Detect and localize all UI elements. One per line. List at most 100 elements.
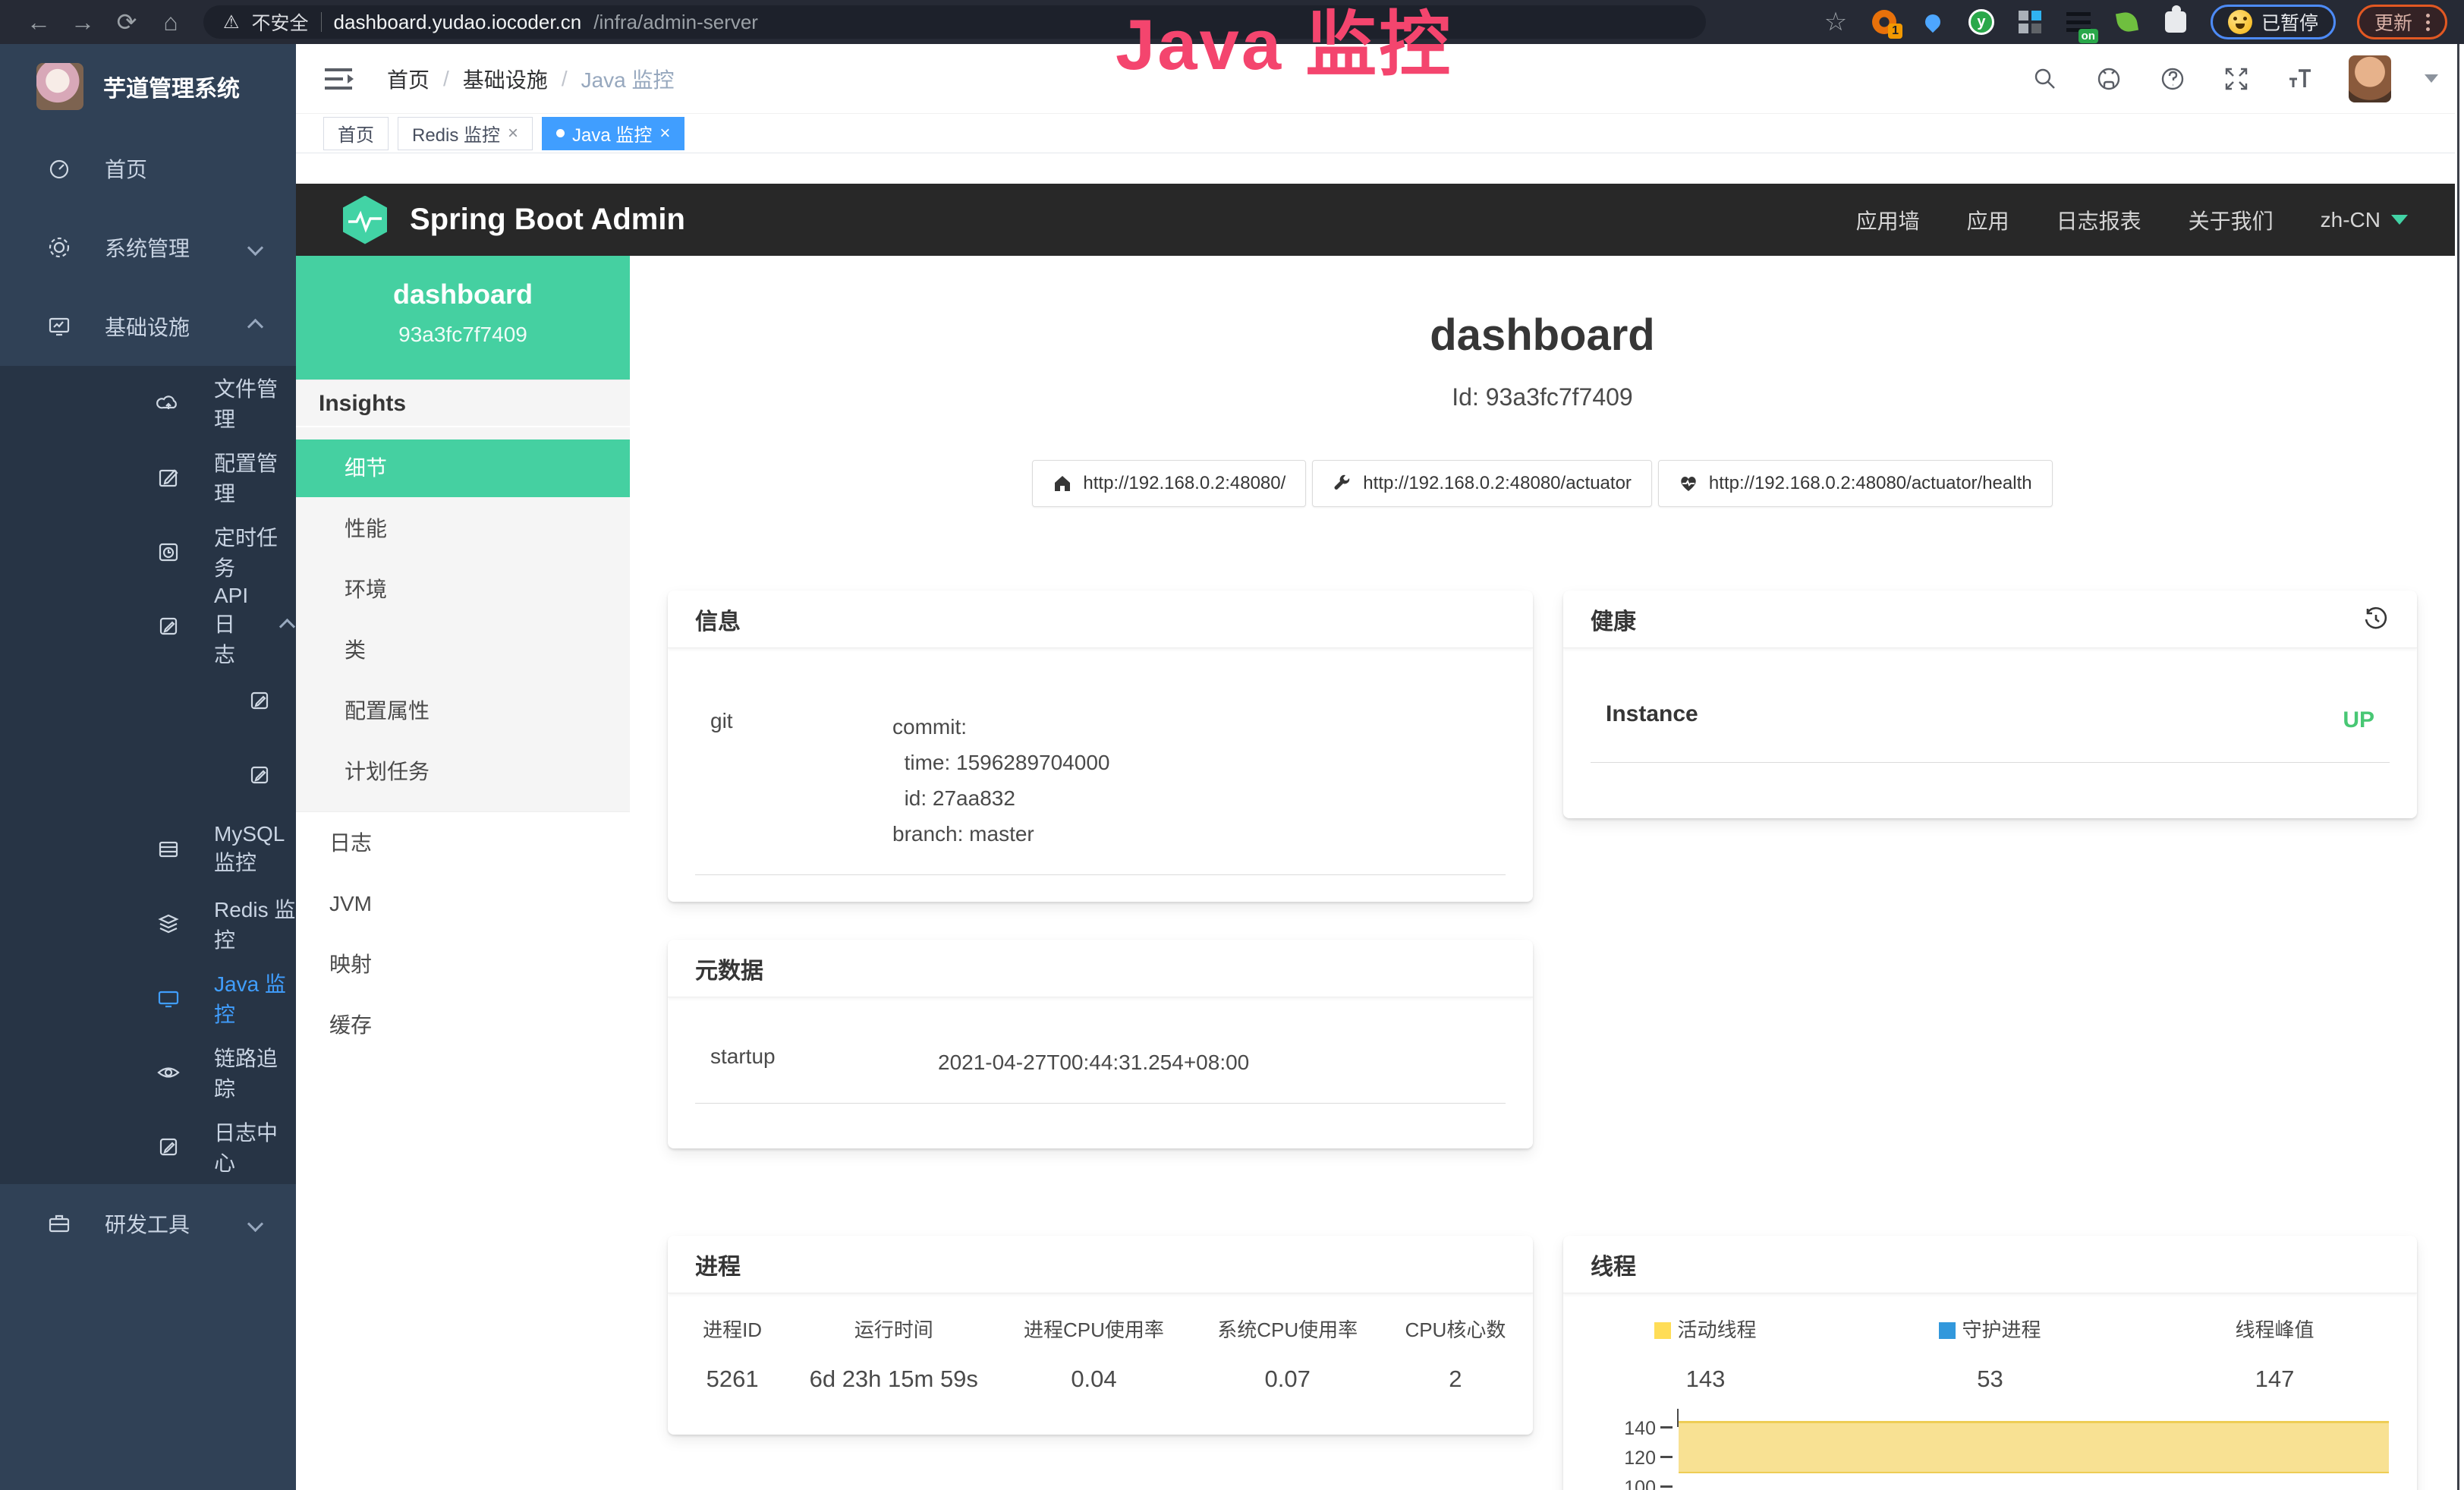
extension-puzzle-icon[interactable]: [2162, 8, 2189, 36]
fullscreen-icon[interactable]: [2221, 64, 2252, 94]
sba-menu-logs[interactable]: 日志: [296, 816, 630, 871]
breadcrumb-home[interactable]: 首页: [387, 64, 430, 94]
sidebar-item-api-log[interactable]: API 日志: [0, 589, 296, 663]
sba-menu-scheduled-tasks[interactable]: 计划任务: [296, 743, 630, 801]
sba-menu-classes[interactable]: 类: [296, 622, 630, 679]
process-value: 6d 23h 15m 59s: [797, 1366, 990, 1393]
caret-down-icon[interactable]: [2425, 74, 2438, 83]
sidebar-item-tracing[interactable]: 链路追踪: [0, 1035, 296, 1110]
spring-boot-admin-logo-icon[interactable]: [343, 196, 387, 244]
document-edit-icon: [156, 614, 181, 638]
url-path[interactable]: /infra/admin-server: [593, 11, 758, 34]
sba-brand[interactable]: Spring Boot Admin: [410, 203, 685, 237]
sidebar-item-java[interactable]: Java 监控: [0, 961, 296, 1035]
extension-bars-icon[interactable]: on: [2065, 8, 2092, 36]
extension-grid-icon[interactable]: [2016, 8, 2044, 36]
sba-locale-select[interactable]: zh-CN: [2321, 208, 2408, 232]
info-value: commit: time: 1596289704000 id: 27aa832 …: [892, 709, 1109, 852]
reload-icon[interactable]: ⟳: [105, 5, 149, 39]
legend-label: 守护进程: [1962, 1318, 2041, 1341]
address-divider: [321, 12, 322, 32]
sidebar-item-jobs[interactable]: 定时任务: [0, 515, 296, 589]
security-label[interactable]: 不安全: [252, 8, 309, 36]
url-host[interactable]: dashboard.yudao.iocoder.cn: [334, 11, 582, 34]
help-icon[interactable]: [2157, 64, 2188, 94]
process-col-uptime: 运行时间 6d 23h 15m 59s: [797, 1315, 990, 1393]
sba-menu-mappings[interactable]: 映射: [296, 937, 630, 992]
app-sidebar: 芋道管理系统 首页 系统管理 基础设施 文件管理: [0, 44, 296, 1490]
scrollbar-thumb[interactable]: [2457, 44, 2459, 1490]
sidebar-item-mysql[interactable]: MySQL 监控: [0, 812, 296, 887]
health-row-instance[interactable]: Instance UP: [1591, 691, 2390, 763]
status-badge: UP: [2343, 701, 2374, 739]
process-card-title: 进程: [668, 1236, 1533, 1293]
tab-home[interactable]: 首页: [323, 117, 389, 150]
update-label: 更新: [2374, 8, 2412, 36]
font-size-icon[interactable]: [2285, 64, 2315, 94]
extension-y-icon[interactable]: y: [1968, 8, 1995, 36]
sba-nav-journal[interactable]: 日志报表: [2056, 205, 2141, 235]
extension-orange-icon[interactable]: 1: [1871, 8, 1898, 36]
service-url-button[interactable]: http://192.168.0.2:48080/: [1032, 460, 1306, 507]
extension-on-badge: on: [2079, 29, 2098, 43]
sidebar-item-log-center[interactable]: 日志中心: [0, 1110, 296, 1184]
tab-redis[interactable]: Redis 监控 ×: [398, 117, 533, 150]
tv-monitor-icon: [156, 986, 181, 1010]
sidebar-item-infra[interactable]: 基础设施: [0, 287, 296, 366]
process-label: 运行时间: [797, 1315, 990, 1343]
sidebar-item-system[interactable]: 系统管理: [0, 208, 296, 287]
extension-leaf-icon[interactable]: [2113, 8, 2141, 36]
legend-value: 147: [2132, 1366, 2417, 1393]
y-tick: 100: [1603, 1477, 1656, 1490]
profile-paused-chip[interactable]: 已暂停: [2211, 5, 2336, 39]
close-icon[interactable]: ×: [659, 123, 670, 144]
page-title: dashboard: [630, 310, 2455, 361]
home-icon[interactable]: ⌂: [149, 5, 193, 39]
sba-nav-wallboard[interactable]: 应用墙: [1856, 205, 1920, 235]
address-bar[interactable]: ⚠ 不安全 dashboard.yudao.iocoder.cn /infra/…: [203, 5, 1706, 39]
sidebar-item-access-log[interactable]: 访问日志: [0, 663, 296, 738]
back-icon[interactable]: ←: [17, 5, 61, 39]
sidebar-item-home[interactable]: 首页: [0, 129, 296, 208]
actuator-url-button[interactable]: http://192.168.0.2:48080/actuator: [1312, 460, 1652, 507]
sba-menu-jvm[interactable]: JVM: [296, 877, 630, 931]
sidebar-item-error-log[interactable]: 错误日志: [0, 738, 296, 812]
app-logo: [36, 63, 83, 110]
hamburger-icon[interactable]: [322, 64, 355, 94]
kebab-menu-icon[interactable]: [2426, 14, 2430, 31]
user-avatar[interactable]: [2349, 55, 2391, 102]
app-logo-row[interactable]: 芋道管理系统: [0, 44, 296, 129]
y-tick-mark: [1660, 1456, 1673, 1458]
update-button[interactable]: 更新: [2357, 5, 2447, 39]
sba-nav-applications[interactable]: 应用: [1967, 205, 2009, 235]
breadcrumb-section[interactable]: 基础设施: [463, 64, 548, 94]
close-icon[interactable]: ×: [508, 123, 518, 144]
scrollbar-track[interactable]: [2455, 44, 2464, 1490]
sba-menu-metrics[interactable]: 性能: [296, 500, 630, 558]
sidebar-item-devtools[interactable]: 研发工具: [0, 1184, 296, 1263]
sba-nav-about[interactable]: 关于我们: [2189, 205, 2274, 235]
bookmark-star-icon[interactable]: ☆: [1822, 8, 1849, 36]
instance-header[interactable]: dashboard 93a3fc7f7409: [296, 256, 630, 380]
extension-pin-icon[interactable]: [1919, 8, 1946, 36]
sba-menu-environment[interactable]: 环境: [296, 561, 630, 619]
search-icon[interactable]: [2030, 64, 2060, 94]
process-label: CPU核心数: [1378, 1315, 1533, 1343]
threads-col-peak: 线程峰值 147: [2132, 1315, 2417, 1393]
sba-menu-configprops[interactable]: 配置属性: [296, 682, 630, 740]
tab-active-dot-icon: [556, 129, 565, 137]
sba-menu-caches[interactable]: 缓存: [296, 998, 630, 1053]
sidebar-submenu-infra: 文件管理 配置管理 定时任务 API 日志 访: [0, 366, 296, 1184]
forward-icon[interactable]: →: [61, 5, 105, 39]
sba-menu-details[interactable]: 细节: [296, 439, 630, 497]
header-actions: [2030, 55, 2464, 102]
history-icon[interactable]: [2362, 606, 2390, 633]
sidebar-item-files[interactable]: 文件管理: [0, 366, 296, 440]
tab-java[interactable]: Java 监控 ×: [542, 117, 684, 150]
sidebar-item-redis[interactable]: Redis 监控: [0, 887, 296, 961]
browser-actions: ☆ 1 y on 已暂停 更新: [1822, 5, 2447, 39]
y-tick-mark: [1660, 1426, 1673, 1429]
health-url-button[interactable]: http://192.168.0.2:48080/actuator/health: [1658, 460, 2053, 507]
sidebar-item-config[interactable]: 配置管理: [0, 440, 296, 515]
github-icon[interactable]: [2094, 64, 2124, 94]
